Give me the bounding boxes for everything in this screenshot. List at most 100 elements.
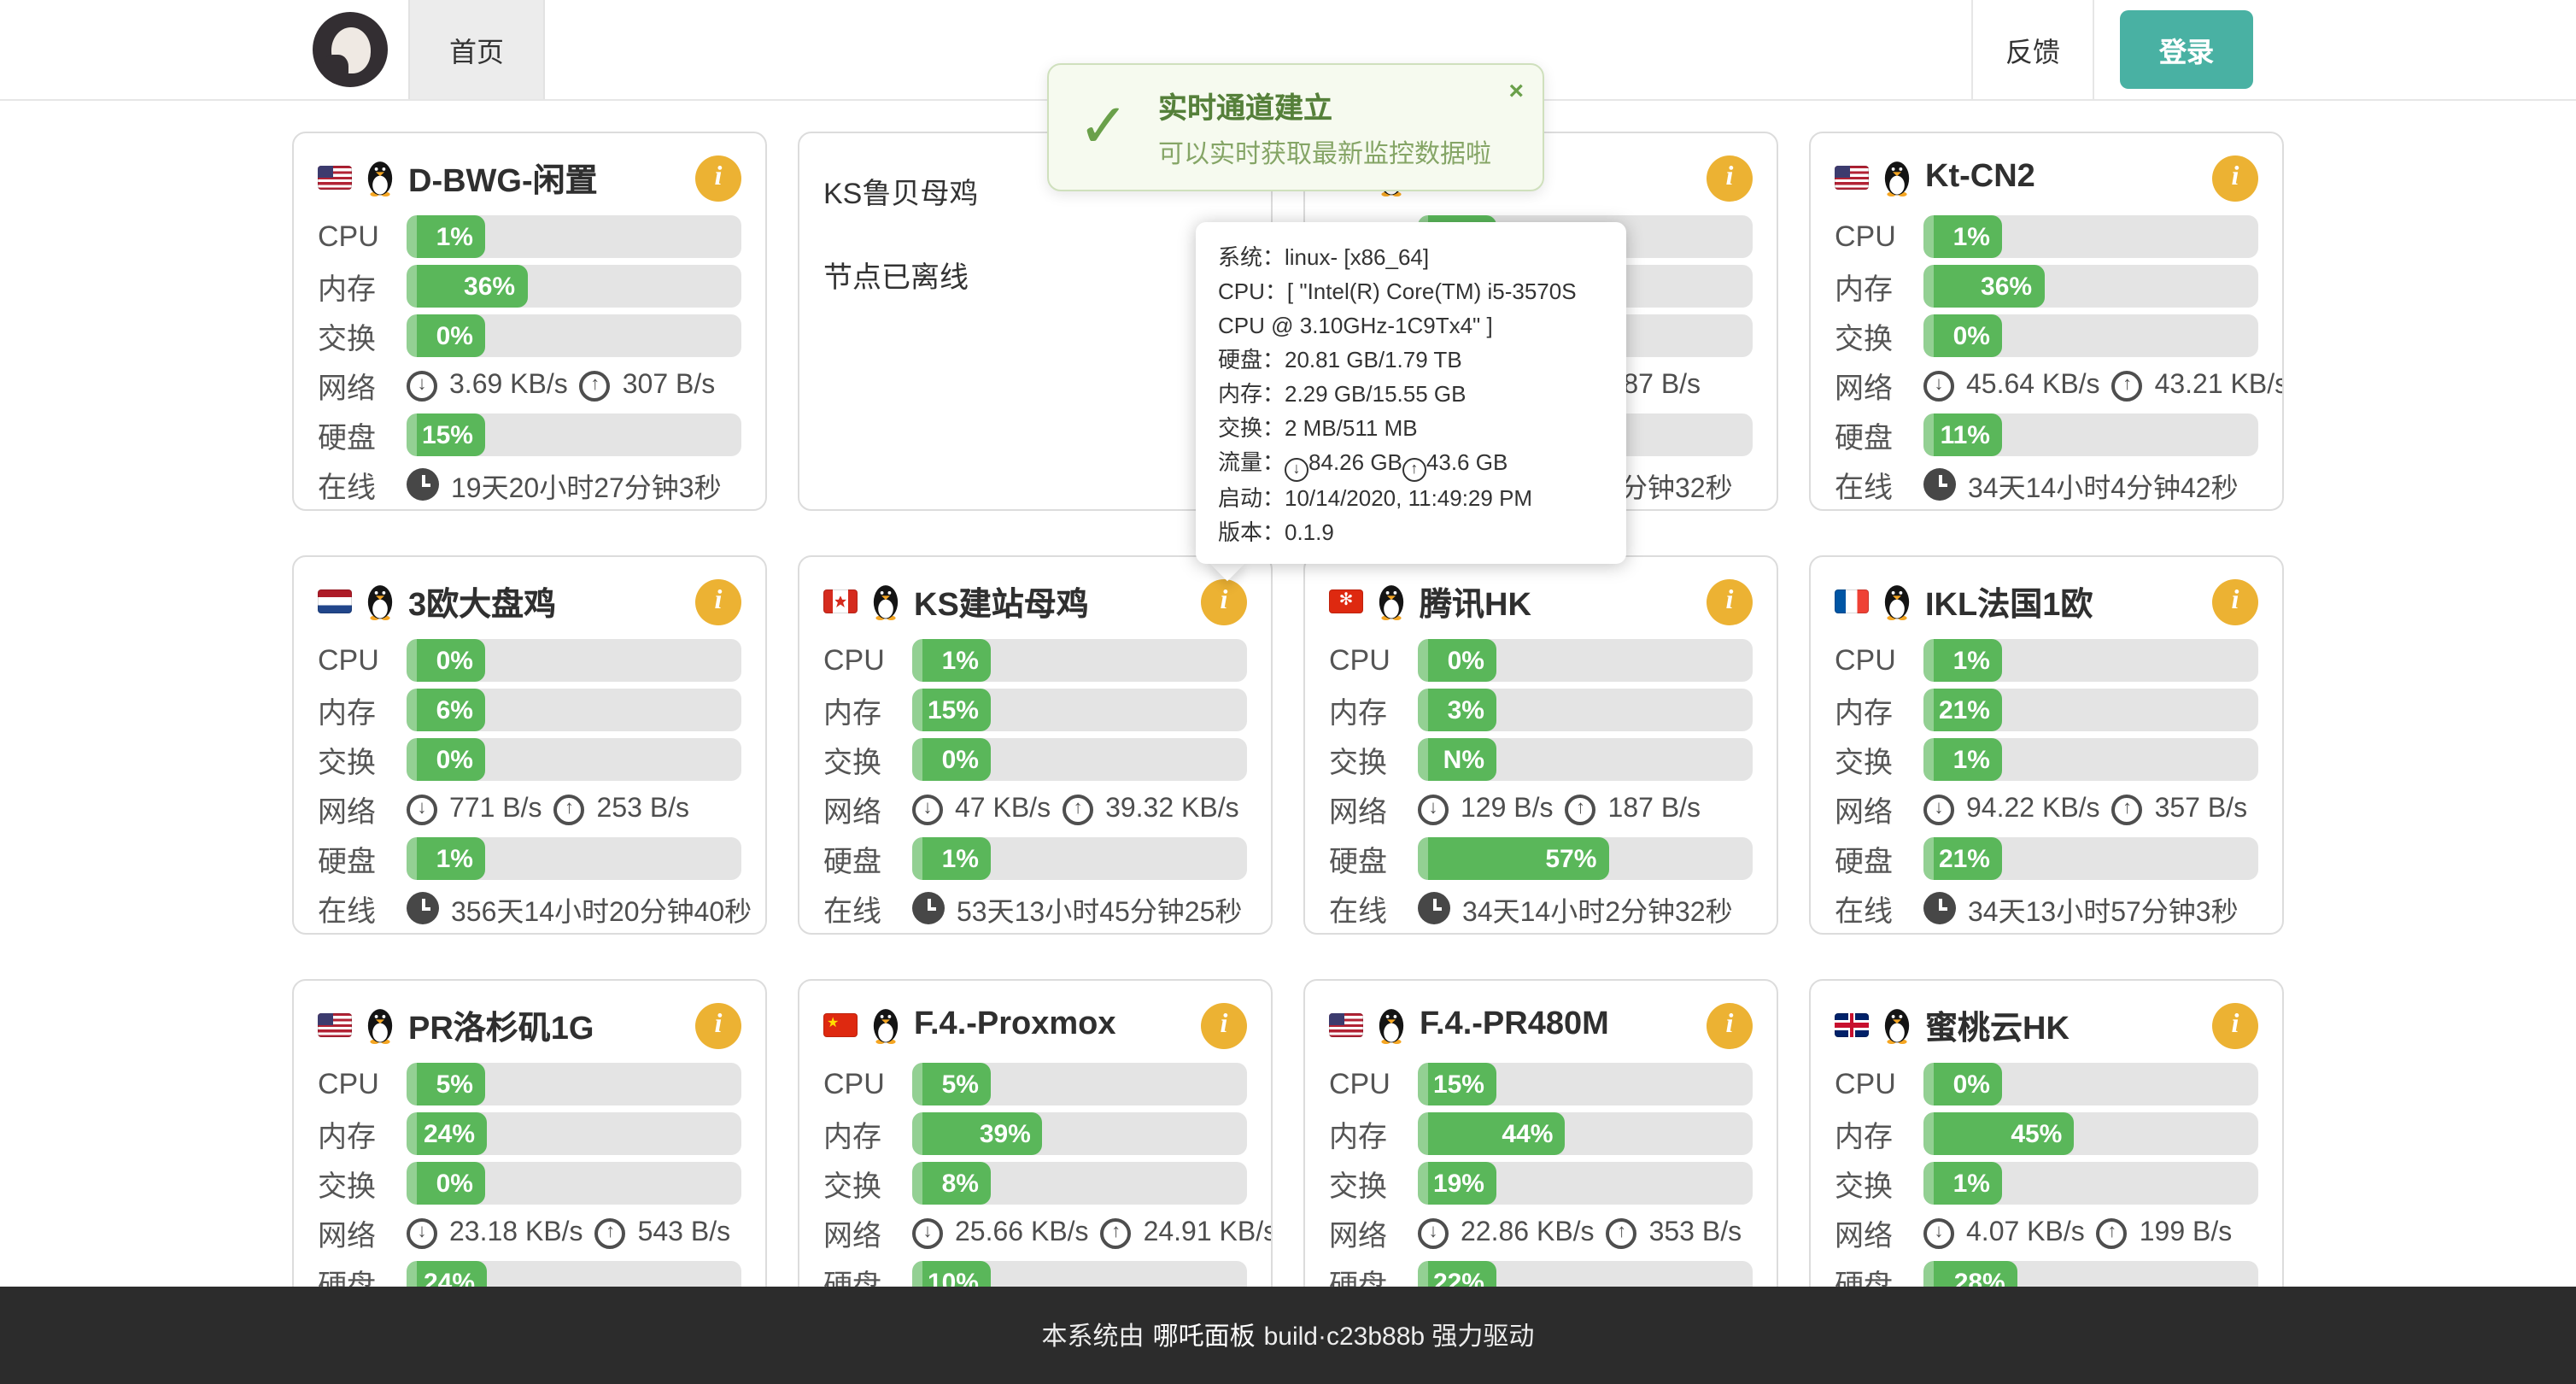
net-upload-value: 43.21 KB/s: [2155, 370, 2284, 401]
memory-label: 内存: [823, 689, 912, 731]
info-icon[interactable]: i: [695, 1002, 741, 1048]
offline-status: 节点已离线: [823, 253, 1247, 296]
online-duration: 19天20小时27分钟3秒: [451, 464, 722, 505]
network-label: 网络: [1329, 1211, 1418, 1254]
server-card: 3欧大盘鸡 i CPU 0% 内存 6% 交换 0% 网络 ↓: [292, 555, 767, 935]
cpu-label: CPU: [1329, 1067, 1418, 1101]
network-label: 网络: [823, 1211, 912, 1254]
disk-value: 1%: [436, 844, 473, 873]
swap-value: 1%: [1953, 1169, 1990, 1198]
net-upload-value: 187 B/s: [1608, 794, 1701, 824]
info-icon[interactable]: i: [695, 155, 741, 201]
disk-label: 硬盘: [1835, 837, 1923, 880]
swap-progress-bar: 0%: [912, 738, 1247, 781]
swap-value: 1%: [1953, 745, 1990, 774]
cpu-progress-bar: 5%: [912, 1063, 1247, 1105]
toast-message: 可以实时获取最新监控数据啦: [1158, 135, 1491, 171]
server-name: Kt-CN2: [1925, 159, 2035, 196]
feedback-link[interactable]: 反馈: [1971, 0, 2094, 99]
memory-value: 44%: [1502, 1119, 1553, 1148]
swap-progress-bar: 0%: [407, 738, 741, 781]
memory-value: 6%: [436, 695, 473, 724]
nezha-panel-link[interactable]: 哪吒面板: [1153, 1317, 1256, 1353]
login-button[interactable]: 登录: [2120, 10, 2253, 89]
net-download-value: 25.66 KB/s: [955, 1217, 1089, 1248]
upload-arrow-icon: ↑: [2097, 1217, 2128, 1248]
info-icon[interactable]: i: [695, 578, 741, 625]
cpu-progress-bar: 1%: [912, 639, 1247, 682]
download-arrow-icon: ↓: [1923, 370, 1954, 401]
swap-label: 交换: [1835, 738, 1923, 781]
cpu-progress-bar: 0%: [1418, 639, 1753, 682]
cpu-label: CPU: [1835, 1067, 1923, 1101]
disk-progress-bar: 21%: [1923, 837, 2258, 880]
server-card: 腾讯HK i CPU 0% 内存 3% 交换 N% 网络 ↓: [1303, 555, 1778, 935]
linux-penguin-icon: [364, 1006, 396, 1044]
swap-value: 0%: [942, 745, 979, 774]
country-flag-icon: [1835, 166, 1869, 190]
country-flag-icon: [318, 166, 352, 190]
net-download-value: 23.18 KB/s: [449, 1217, 583, 1248]
close-icon[interactable]: ×: [1508, 79, 1524, 104]
upload-arrow-icon: ↑: [1607, 1217, 1637, 1248]
cpu-value: 0%: [436, 646, 473, 675]
info-icon[interactable]: i: [2212, 578, 2258, 625]
net-upload-value: 39.32 KB/s: [1105, 794, 1239, 824]
net-download-value: 3.69 KB/s: [449, 370, 568, 401]
online-duration: 356天14小时20分钟40秒: [451, 888, 752, 929]
download-circle-icon: ↓: [1285, 457, 1308, 481]
server-card: IKL法国1欧 i CPU 1% 内存 21% 交换 1% 网络 ↓: [1809, 555, 2284, 935]
toast-title: 实时通道建立: [1158, 84, 1491, 126]
tab-home[interactable]: 首页: [408, 0, 545, 99]
memory-value: 15%: [928, 695, 979, 724]
online-label: 在线: [318, 463, 407, 506]
tooltip-row: 内存：2.29 GB/15.55 GB: [1218, 378, 1604, 412]
info-icon[interactable]: i: [1707, 578, 1753, 625]
network-label: 网络: [318, 1211, 407, 1254]
download-arrow-icon: ↓: [1418, 794, 1449, 824]
upload-arrow-icon: ↑: [1063, 794, 1093, 824]
disk-value: 21%: [1939, 844, 1990, 873]
upload-circle-icon: ↑: [1402, 457, 1426, 481]
network-label: 网络: [1835, 788, 1923, 830]
logo-avatar[interactable]: [313, 12, 388, 87]
cpu-value: 5%: [942, 1070, 979, 1099]
footer-text-prefix: 本系统由: [1042, 1317, 1145, 1353]
cpu-label: CPU: [1835, 220, 1923, 254]
cpu-progress-bar: 0%: [407, 639, 741, 682]
download-arrow-icon: ↓: [912, 794, 943, 824]
info-icon[interactable]: i: [2212, 1002, 2258, 1048]
net-upload-value: 199 B/s: [2140, 1217, 2233, 1248]
cpu-progress-bar: 1%: [1923, 639, 2258, 682]
net-download-value: 771 B/s: [449, 794, 542, 824]
swap-label: 交换: [823, 1162, 912, 1205]
server-card: D-BWG-闲置 i CPU 1% 内存 36% 交换 0% 网络 ↓: [292, 132, 767, 511]
info-icon[interactable]: i: [1707, 155, 1753, 201]
network-label: 网络: [1835, 1211, 1923, 1254]
footer-text-suffix: build·c23b88b 强力驱动: [1264, 1317, 1535, 1353]
cpu-progress-bar: 1%: [407, 215, 741, 258]
swap-label: 交换: [823, 738, 912, 781]
cpu-value: 5%: [436, 1070, 473, 1099]
info-icon[interactable]: i: [1201, 578, 1247, 625]
swap-progress-bar: 8%: [912, 1162, 1247, 1205]
disk-label: 硬盘: [823, 837, 912, 880]
swap-progress-bar: 1%: [1923, 1162, 2258, 1205]
memory-label: 内存: [318, 265, 407, 308]
cpu-label: CPU: [823, 1067, 912, 1101]
info-icon[interactable]: i: [1201, 1002, 1247, 1048]
net-upload-value: 253 B/s: [597, 794, 690, 824]
swap-value: 0%: [436, 321, 473, 350]
tooltip-row: 启动：10/14/2020, 11:49:29 PM: [1218, 481, 1604, 515]
swap-value: 19%: [1433, 1169, 1484, 1198]
info-icon[interactable]: i: [1707, 1002, 1753, 1048]
download-arrow-icon: ↓: [407, 1217, 437, 1248]
tooltip-row: CPU：[ "Intel(R) Core(TM) i5-3570S CPU @ …: [1218, 275, 1604, 343]
info-icon[interactable]: i: [2212, 155, 2258, 201]
swap-progress-bar: 0%: [407, 314, 741, 357]
upload-arrow-icon: ↑: [1101, 1217, 1132, 1248]
swap-progress-bar: 0%: [407, 1162, 741, 1205]
upload-arrow-icon: ↑: [554, 794, 585, 824]
disk-label: 硬盘: [318, 413, 407, 456]
net-upload-value: 543 B/s: [638, 1217, 731, 1248]
